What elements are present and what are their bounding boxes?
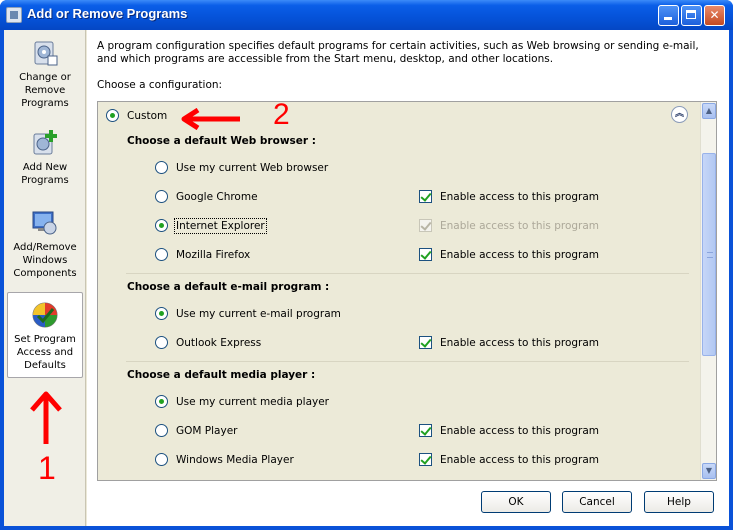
close-icon: ✕ <box>709 8 720 22</box>
checkbox-enable-google-chrome[interactable] <box>419 190 432 203</box>
scroll-up-button[interactable]: ▲ <box>702 103 716 119</box>
sidebar-item-windows-components[interactable]: Add/Remove Windows Components <box>7 208 83 280</box>
cancel-button[interactable]: Cancel <box>562 491 632 513</box>
sidebar-item-label: Add/Remove Windows Components <box>13 242 77 279</box>
radio-current-email[interactable] <box>155 307 168 320</box>
help-button[interactable]: Help <box>644 491 714 513</box>
collapse-chevron-icon[interactable]: ︽ <box>671 106 688 123</box>
maximize-button[interactable] <box>681 5 702 26</box>
description-text: A program configuration specifies defaul… <box>97 40 699 65</box>
radio-mozilla-firefox[interactable] <box>155 248 168 261</box>
title-bar[interactable]: Add or Remove Programs ✕ <box>0 0 733 30</box>
minimize-button[interactable] <box>658 5 679 26</box>
option-label: Use my current Web browser <box>176 162 329 174</box>
radio-internet-explorer[interactable] <box>155 219 168 232</box>
scroll-down-button[interactable]: ▼ <box>702 463 716 479</box>
add-new-icon <box>30 128 60 158</box>
section-divider <box>126 273 689 274</box>
option-label: Internet Explorer <box>174 218 267 234</box>
section-divider <box>126 361 689 362</box>
option-label: Mozilla Firefox <box>176 249 251 261</box>
radio-google-chrome[interactable] <box>155 190 168 203</box>
configuration-list[interactable]: Custom ︽ 2 Choose a default Web browser … <box>97 101 717 481</box>
option-label: Use my current e-mail program <box>176 308 341 320</box>
red-arrow-left-annotation <box>180 107 242 133</box>
enable-access-label: Enable access to this program <box>440 337 600 349</box>
checkbox-enable-outlook-express[interactable] <box>419 336 432 349</box>
option-label: GOM Player <box>176 425 238 437</box>
section-header-web-browser: Choose a default Web browser : <box>127 135 316 147</box>
enable-access-label: Enable access to this program <box>440 220 600 232</box>
enable-access-label: Enable access to this program <box>440 425 600 437</box>
window: Add or Remove Programs ✕ Change or Remov… <box>0 0 733 530</box>
close-button[interactable]: ✕ <box>704 5 725 26</box>
section-header-email: Choose a default e-mail program : <box>127 281 330 293</box>
change-remove-icon <box>30 38 60 68</box>
windows-components-icon <box>30 208 60 238</box>
radio-windows-media-player[interactable] <box>155 453 168 466</box>
scroll-grip-icon <box>707 252 713 258</box>
checkbox-enable-windows-media-player[interactable] <box>419 453 432 466</box>
annotation-number-1: 1 <box>38 450 56 486</box>
annotation-number-2: 2 <box>273 101 290 131</box>
enable-access-label: Enable access to this program <box>440 191 600 203</box>
add-remove-programs-icon <box>6 7 22 23</box>
radio-gom-player[interactable] <box>155 424 168 437</box>
checkbox-enable-mozilla-firefox[interactable] <box>419 248 432 261</box>
ok-button[interactable]: OK <box>481 491 551 513</box>
custom-label: Custom <box>127 110 168 122</box>
sidebar-item-label: Change or Remove Programs <box>19 72 71 109</box>
configuration-list-content: Custom ︽ 2 Choose a default Web browser … <box>98 102 701 480</box>
choose-configuration-label: Choose a configuration: <box>97 79 223 91</box>
sidebar-item-label: Add New Programs <box>21 162 69 186</box>
main-panel: A program configuration specifies defaul… <box>87 30 729 526</box>
checkbox-enable-gom-player[interactable] <box>419 424 432 437</box>
enable-access-label: Enable access to this program <box>440 249 600 261</box>
checkbox-enable-internet-explorer <box>419 219 432 232</box>
sidebar-item-add-new[interactable]: Add New Programs <box>7 128 83 187</box>
section-header-media-player: Choose a default media player : <box>127 369 316 381</box>
sidebar-item-change-remove[interactable]: Change or Remove Programs <box>7 38 83 110</box>
client-area: Change or Remove Programs Add New Progra… <box>4 30 729 526</box>
option-label: Google Chrome <box>176 191 258 203</box>
sidebar: Change or Remove Programs Add New Progra… <box>4 30 86 526</box>
sidebar-item-program-defaults[interactable]: Set Program Access and Defaults <box>7 292 83 378</box>
program-defaults-icon <box>30 300 60 330</box>
custom-radio[interactable] <box>106 109 119 122</box>
window-title: Add or Remove Programs <box>27 6 188 21</box>
vertical-scrollbar[interactable]: ▲ ▼ <box>700 102 716 480</box>
enable-access-label: Enable access to this program <box>440 454 600 466</box>
minimize-icon <box>664 17 672 20</box>
red-arrow-up-annotation <box>28 388 68 449</box>
scroll-thumb[interactable] <box>702 153 716 356</box>
option-label: Outlook Express <box>176 337 262 349</box>
option-label: Use my current media player <box>176 396 329 408</box>
radio-current-web-browser[interactable] <box>155 161 168 174</box>
radio-outlook-express[interactable] <box>155 336 168 349</box>
option-label: Windows Media Player <box>176 454 294 466</box>
maximize-icon <box>686 10 696 19</box>
sidebar-item-label: Set Program Access and Defaults <box>14 334 76 371</box>
radio-current-media-player[interactable] <box>155 395 168 408</box>
